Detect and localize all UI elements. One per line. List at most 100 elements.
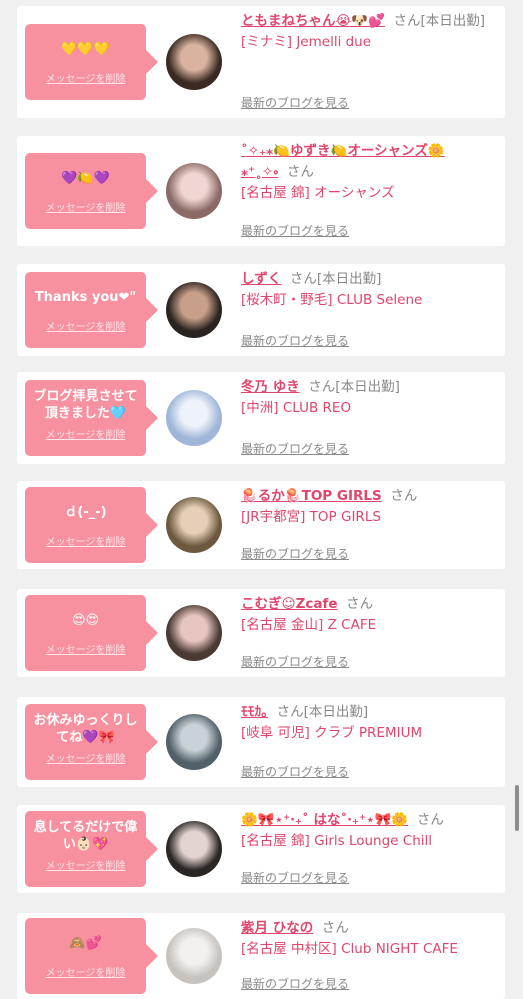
name-line: 冬乃 ゆき さん[本日出勤]	[241, 377, 495, 398]
cast-name-link[interactable]: 🪼るか🪼TOP GIRLS	[241, 488, 382, 504]
honorific: さん	[393, 13, 421, 29]
honorific: さん	[321, 920, 349, 936]
name-line: ともまねちゃん😭🐶💕 さん[本日出勤]	[241, 11, 495, 32]
message-card: 🙈💕 メッセージを削除 紫月 ひなの さん [名古屋 中村区] Club NIGHT …	[17, 913, 505, 999]
profile-info: 冬乃 ゆき さん[本日出勤] [中洲] CLUB REO 最新のブログを見る	[241, 377, 495, 459]
profile-info: しずく さん[本日出勤] [桜木町・野毛] CLUB Selene 最新のブログを見…	[241, 269, 495, 351]
delete-message-link[interactable]: メッセージを削除	[25, 533, 146, 548]
avatar[interactable]	[166, 390, 222, 446]
view-blog-link[interactable]: 最新のブログを見る	[241, 545, 349, 562]
cast-name-link[interactable]: こむぎ☺Zcafe	[241, 596, 338, 612]
cast-name-link[interactable]: ともまねちゃん😭🐶💕	[241, 13, 385, 29]
shop-name: [名古屋 錦] オーシャンズ	[241, 185, 395, 201]
message-bubble: 🙈💕 メッセージを削除	[25, 918, 158, 994]
delete-message-link[interactable]: メッセージを削除	[25, 964, 146, 979]
message-text: Thanks you❤"	[34, 289, 137, 305]
message-bubble: 💛💛💛 メッセージを削除	[25, 24, 158, 100]
name-line: こむぎ☺Zcafe さん	[241, 594, 495, 615]
message-card: 💛💛💛 メッセージを削除 ともまねちゃん😭🐶💕 さん[本日出勤] [ミナミ] Jeme…	[17, 6, 505, 118]
cast-name-link[interactable]: ˚✧₊⁎🍋ゆずき🍋オーシャンズ🌼⁎⁺˳✧༚	[241, 143, 445, 180]
message-list: 💛💛💛 メッセージを削除 ともまねちゃん😭🐶💕 さん[本日出勤] [ミナミ] Jeme…	[0, 0, 523, 999]
avatar[interactable]	[166, 282, 222, 338]
view-blog-link[interactable]: 最新のブログを見る	[241, 222, 349, 239]
delete-message-link[interactable]: メッセージを削除	[25, 750, 146, 765]
profile-info: ﾓﾓｶ｡ さん[本日出勤] [岐阜 可児] クラブ PREMIUM 最新のブログを見…	[241, 702, 495, 782]
name-line: 紫月 ひなの さん	[241, 918, 495, 939]
avatar[interactable]	[166, 34, 222, 90]
avatar[interactable]	[166, 163, 222, 219]
cast-name-link[interactable]: 紫月 ひなの	[241, 920, 313, 936]
shop-name: [桜木町・野毛] CLUB Selene	[241, 292, 423, 308]
message-bubble: 😍😍 メッセージを削除	[25, 595, 158, 671]
shop-name: [名古屋 金山] Z CAFE	[241, 617, 377, 633]
message-bubble: 💜🍋💜 メッセージを削除	[25, 153, 158, 229]
status-text: [本日出勤]	[316, 271, 382, 287]
message-card: 💜🍋💜 メッセージを削除 ˚✧₊⁎🍋ゆずき🍋オーシャンズ🌼⁎⁺˳✧༚ さん [名古屋 …	[17, 136, 505, 246]
name-line: ﾓﾓｶ｡ さん[本日出勤]	[241, 702, 495, 723]
honorific: さん	[308, 379, 336, 395]
name-line: ˚✧₊⁎🍋ゆずき🍋オーシャンズ🌼⁎⁺˳✧༚ さん	[241, 141, 495, 183]
scrollbar[interactable]	[515, 785, 519, 831]
delete-message-link[interactable]: メッセージを削除	[25, 199, 146, 214]
delete-message-link[interactable]: メッセージを削除	[25, 70, 146, 85]
honorific: さん	[346, 596, 374, 612]
cast-name-link[interactable]: 冬乃 ゆき	[241, 379, 300, 395]
avatar[interactable]	[166, 714, 222, 770]
message-card: ｄ(-_-) メッセージを削除 🪼るか🪼TOP GIRLS さん [JR宇都宮] TO…	[17, 481, 505, 569]
message-card: ブログ拝見させて頂きました🩵 メッセージを削除 冬乃 ゆき さん[本日出勤] [中洲]…	[17, 372, 505, 464]
message-bubble: ｄ(-_-) メッセージを削除	[25, 487, 158, 563]
avatar[interactable]	[166, 497, 222, 553]
message-bubble: ブログ拝見させて頂きました🩵 メッセージを削除	[25, 380, 158, 456]
message-text: 🙈💕	[69, 935, 102, 951]
message-bubble: お休みゆっくりしてね💜🎀 メッセージを削除	[25, 704, 158, 780]
message-card: Thanks you❤" メッセージを削除 しずく さん[本日出勤] [桜木町・野毛]…	[17, 264, 505, 356]
honorific: さん	[276, 704, 304, 720]
name-line: 🪼るか🪼TOP GIRLS さん	[241, 486, 495, 507]
view-blog-link[interactable]: 最新のブログを見る	[241, 332, 349, 349]
cast-name-link[interactable]: 🌼🎀⋆⁺‧₊˚ はな˚‧₊⁺⋆🎀🌼	[241, 812, 408, 828]
shop-name: [JR宇都宮] TOP GIRLS	[241, 509, 381, 525]
view-blog-link[interactable]: 最新のブログを見る	[241, 869, 349, 886]
cast-name-link[interactable]: ﾓﾓｶ｡	[241, 704, 268, 720]
delete-message-link[interactable]: メッセージを削除	[25, 641, 146, 656]
avatar[interactable]	[166, 928, 222, 984]
message-text: ｄ(-_-)	[64, 504, 107, 520]
delete-message-link[interactable]: メッセージを削除	[25, 426, 146, 441]
profile-info: 紫月 ひなの さん [名古屋 中村区] Club NIGHT CAFE 最新のブログ…	[241, 918, 495, 994]
shop-name: [岐阜 可児] クラブ PREMIUM	[241, 725, 423, 741]
view-blog-link[interactable]: 最新のブログを見る	[241, 94, 349, 111]
honorific: さん	[286, 164, 314, 180]
profile-info: ともまねちゃん😭🐶💕 さん[本日出勤] [ミナミ] Jemelli due 最新のブ…	[241, 11, 495, 113]
name-line: しずく さん[本日出勤]	[241, 269, 495, 290]
honorific: さん	[416, 812, 444, 828]
delete-message-link[interactable]: メッセージを削除	[25, 857, 146, 872]
avatar[interactable]	[166, 821, 222, 877]
profile-info: こむぎ☺Zcafe さん [名古屋 金山] Z CAFE 最新のブログを見る	[241, 594, 495, 672]
view-blog-link[interactable]: 最新のブログを見る	[241, 653, 349, 670]
profile-info: ˚✧₊⁎🍋ゆずき🍋オーシャンズ🌼⁎⁺˳✧༚ さん [名古屋 錦] オーシャンズ 最新…	[241, 141, 495, 241]
view-blog-link[interactable]: 最新のブログを見る	[241, 975, 349, 992]
shop-name: [名古屋 錦] Girls Lounge Chill	[241, 833, 433, 849]
honorific: さん	[289, 271, 317, 287]
message-card: お休みゆっくりしてね💜🎀 メッセージを削除 ﾓﾓｶ｡ さん[本日出勤] [岐阜 可児]…	[17, 697, 505, 787]
cast-name-link[interactable]: しずく	[241, 271, 281, 287]
honorific: さん	[390, 488, 418, 504]
message-card: 息してるだけで偉い👶🏻💖 メッセージを削除 🌼🎀⋆⁺‧₊˚ はな˚‧₊⁺⋆🎀🌼 さん…	[17, 805, 505, 893]
shop-name: [ミナミ] Jemelli due	[241, 34, 372, 50]
message-bubble: Thanks you❤" メッセージを削除	[25, 272, 158, 348]
delete-message-link[interactable]: メッセージを削除	[25, 318, 146, 333]
profile-info: 🪼るか🪼TOP GIRLS さん [JR宇都宮] TOP GIRLS 最新のブログを…	[241, 486, 495, 564]
message-bubble: 息してるだけで偉い👶🏻💖 メッセージを削除	[25, 811, 158, 887]
profile-info: 🌼🎀⋆⁺‧₊˚ はな˚‧₊⁺⋆🎀🌼 さん [名古屋 錦] Girls Lounge…	[241, 810, 495, 888]
view-blog-link[interactable]: 最新のブログを見る	[241, 440, 349, 457]
message-card: 😍😍 メッセージを削除 こむぎ☺Zcafe さん [名古屋 金山] Z CAFE 最新の…	[17, 589, 505, 677]
message-text: お休みゆっくりしてね💜🎀	[33, 713, 138, 745]
view-blog-link[interactable]: 最新のブログを見る	[241, 763, 349, 780]
name-line: 🌼🎀⋆⁺‧₊˚ はな˚‧₊⁺⋆🎀🌼 さん	[241, 810, 495, 831]
status-text: [本日出勤]	[420, 13, 486, 29]
message-text: 息してるだけで偉い👶🏻💖	[33, 820, 138, 852]
status-text: [本日出勤]	[303, 704, 369, 720]
shop-name: [中洲] CLUB REO	[241, 400, 352, 416]
avatar[interactable]	[166, 605, 222, 661]
message-text: 💜🍋💜	[61, 170, 110, 186]
